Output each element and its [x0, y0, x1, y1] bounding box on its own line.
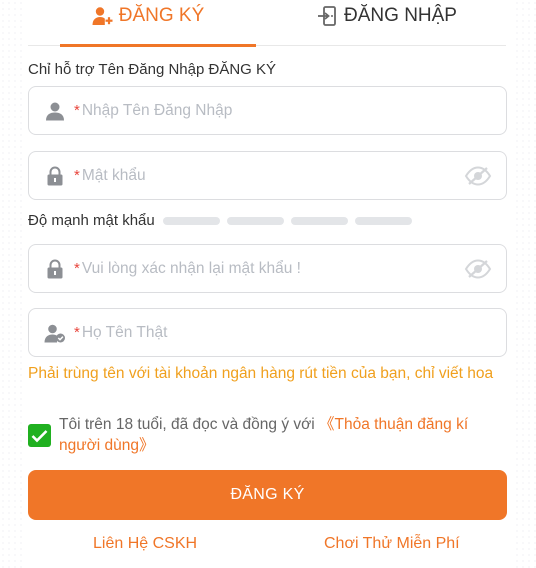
tab-login[interactable]: ĐĂNG NHẬP — [267, 0, 506, 46]
register-button[interactable]: ĐĂNG KÝ — [28, 470, 507, 520]
confirm-password-input[interactable] — [81, 245, 464, 292]
strength-bar — [354, 216, 412, 225]
user-icon — [44, 100, 66, 122]
agreement-row: Tôi trên 18 tuổi, đã đọc và đồng ý với 《… — [28, 414, 508, 456]
realname-field: * — [28, 308, 507, 357]
tab-register[interactable]: ĐĂNG KÝ — [28, 0, 267, 47]
eye-off-icon[interactable] — [464, 258, 492, 280]
username-input[interactable] — [81, 87, 506, 134]
required-mark: * — [74, 260, 80, 277]
tab-register-label: ĐĂNG KÝ — [118, 5, 205, 26]
required-mark: * — [74, 102, 80, 119]
tab-login-label: ĐĂNG NHẬP — [344, 5, 457, 26]
strength-bar — [226, 216, 284, 225]
password-field: * — [28, 151, 507, 200]
checkmark-icon — [31, 429, 48, 442]
strength-bar — [290, 216, 348, 225]
lock-icon — [44, 258, 66, 280]
realname-input[interactable] — [81, 309, 506, 356]
password-input[interactable] — [81, 152, 464, 199]
auth-tabs: ĐĂNG KÝ ĐĂNG NHẬP — [28, 0, 506, 47]
required-mark: * — [74, 324, 80, 341]
user-add-icon — [91, 5, 113, 27]
password-strength: Độ mạnh mật khẩu — [28, 212, 419, 229]
strength-bar — [162, 216, 220, 225]
agree-checkbox[interactable] — [28, 424, 51, 447]
user-verified-icon — [44, 322, 66, 344]
username-field: * — [28, 86, 507, 135]
confirm-password-field: * — [28, 244, 507, 293]
contact-support-link[interactable]: Liên Hệ CSKH — [93, 535, 197, 553]
decorative-pattern-right — [514, 0, 536, 568]
realname-warning: Phải trùng tên với tài khoản ngân hàng r… — [28, 365, 494, 382]
agreement-text: Tôi trên 18 tuổi, đã đọc và đồng ý với 《… — [59, 414, 508, 456]
strength-label: Độ mạnh mật khẩu — [28, 212, 155, 229]
register-panel: ĐĂNG KÝ ĐĂNG NHẬP Chỉ hỗ trợ Tên Đăng Nh… — [0, 0, 536, 568]
required-mark: * — [74, 167, 80, 184]
strength-meter — [162, 216, 419, 225]
lock-icon — [44, 165, 66, 187]
free-trial-link[interactable]: Chơi Thử Miễn Phí — [324, 535, 460, 553]
agreement-statement: Tôi trên 18 tuổi, đã đọc và đồng ý với — [59, 416, 320, 433]
username-hint: Chỉ hỗ trợ Tên Đăng Nhập ĐĂNG KÝ — [28, 61, 277, 78]
eye-off-icon[interactable] — [464, 165, 492, 187]
decorative-pattern-left — [0, 0, 22, 568]
login-door-icon — [316, 5, 338, 27]
